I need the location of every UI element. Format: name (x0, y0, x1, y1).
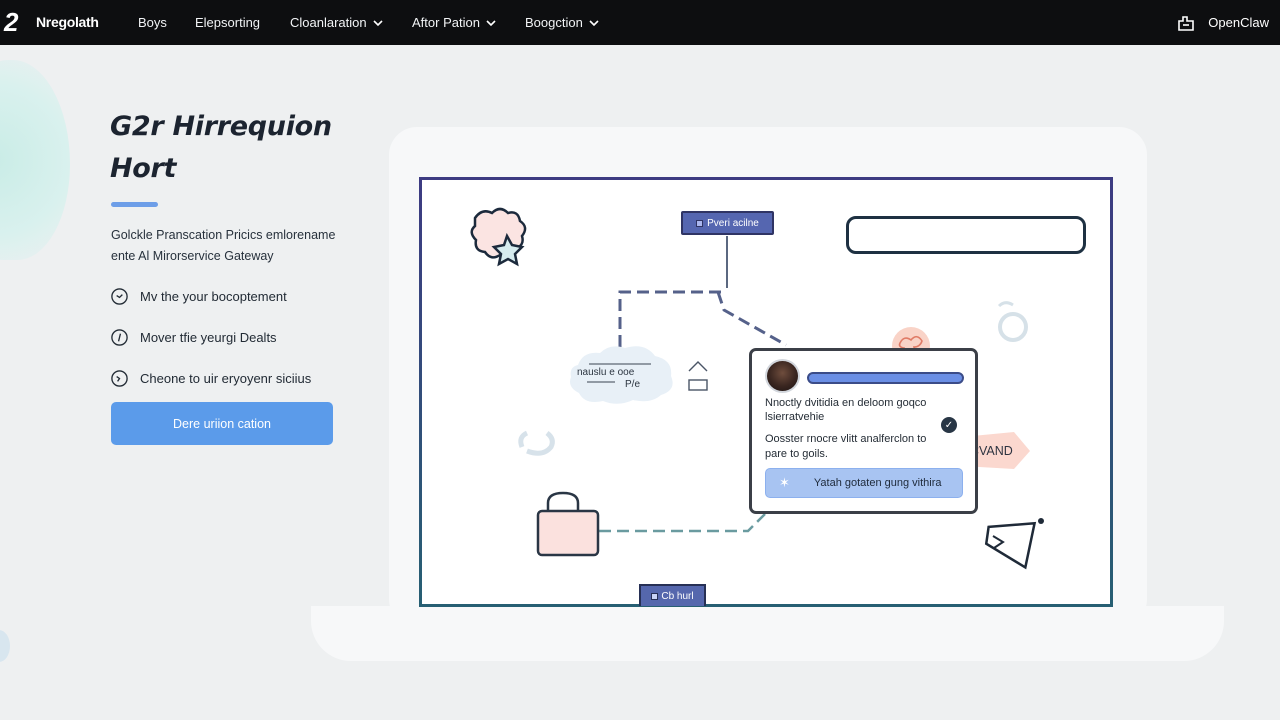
card-text-secondary: Oosster rnocre vlitt analferclon to pare… (765, 433, 927, 460)
diagram-text-field[interactable] (846, 216, 1086, 254)
cloud-text-line2: P/e (625, 379, 641, 390)
megaphone-icon (984, 518, 1044, 570)
faint-ring-left (518, 430, 555, 456)
upload-icon (688, 361, 708, 391)
node-label-text: Pveri acilne (707, 217, 759, 229)
node-square-icon (696, 219, 704, 227)
faint-circle-icon (997, 301, 1028, 342)
diagram-node-label[interactable]: Pveri acilne (681, 211, 774, 235)
check-badge-icon: ✓ (941, 417, 957, 433)
card-text-primary: Nnoctly dvitidia en deloom goqco lsierra… (765, 397, 927, 423)
cloud-text: nauslu e ooe P/e (577, 367, 647, 391)
card-action-button[interactable]: ✶ Yatah gotaten gung vithira (765, 468, 963, 498)
card-action-label: Yatah gotaten gung vithira (813, 477, 942, 489)
user-card: Nnoctly dvitidia en deloom goqco lsierra… (749, 348, 978, 514)
bottom-tab-label: Cb hurl (661, 590, 694, 602)
avatar (765, 359, 800, 393)
star-icon: ✶ (779, 475, 790, 490)
cloud-text-line1: nauslu e ooe (577, 367, 635, 378)
flower-star-icon (470, 207, 527, 267)
connector-dashed-card (716, 291, 787, 347)
bottom-tab[interactable]: Cb hurl (639, 584, 706, 606)
card-progress-bar (807, 372, 964, 384)
tab-square-icon (651, 592, 659, 600)
connector-dashed-bottom (599, 513, 766, 533)
lock-icon (536, 491, 600, 557)
diagram-connectors (470, 207, 1044, 570)
